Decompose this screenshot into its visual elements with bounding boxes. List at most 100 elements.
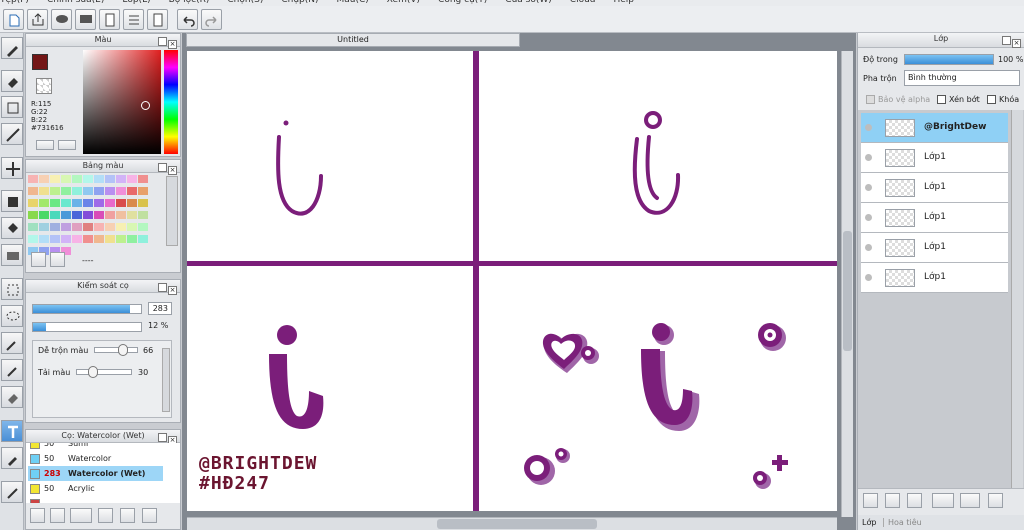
swatch[interactable] [105,175,115,183]
mix-slider[interactable] [94,344,138,356]
layer-folder-icon[interactable] [960,493,980,508]
swatch[interactable] [138,235,148,243]
rectangle-tool-icon[interactable] [1,96,23,118]
clipping-checkbox[interactable] [937,95,946,104]
swatch[interactable] [61,175,71,183]
layer-row[interactable]: @BrightDew [861,113,1008,143]
swatch[interactable] [50,223,60,231]
layer-list-scrollbar[interactable] [1011,110,1023,490]
swatch[interactable] [61,211,71,219]
swatch[interactable] [116,187,126,195]
delete-swatch-icon[interactable] [50,252,65,267]
swatch[interactable] [61,199,71,207]
brush-opacity-slider[interactable] [32,322,142,332]
swatch[interactable] [28,223,38,231]
list-icon[interactable] [123,9,144,30]
swatch[interactable] [28,187,38,195]
swatch[interactable] [72,175,82,183]
redo-icon[interactable] [201,9,222,30]
swatch[interactable] [28,235,38,243]
swatch[interactable] [39,235,49,243]
visibility-icon[interactable] [865,184,872,191]
eyedropper-tool-icon[interactable] [1,447,23,469]
fill-rect-tool-icon[interactable] [1,190,23,212]
brush-item[interactable]: 283 Watercolor (Wet) [28,466,163,481]
new-layer-1bit-icon[interactable] [907,493,922,508]
panel-close-icon[interactable]: × [1012,39,1021,48]
load-slider[interactable] [76,366,132,378]
undo-icon[interactable] [177,9,198,30]
swatch[interactable] [39,223,49,231]
saturation-value-picker[interactable] [83,50,161,154]
canvas-vertical-scrollbar[interactable] [841,51,853,517]
menu-item[interactable]: Xem(V) [387,0,420,5]
brush-item[interactable]: 50 Sumi [28,443,163,451]
swatch[interactable] [138,187,148,195]
swatch[interactable] [39,175,49,183]
swatch[interactable] [138,211,148,219]
share-icon[interactable] [27,9,48,30]
swatch[interactable] [127,211,137,219]
brush-folder-icon[interactable] [120,508,135,523]
menu-item[interactable]: Công cụ(T) [438,0,487,5]
swatch[interactable] [105,211,115,219]
swatch[interactable] [116,235,126,243]
brush-duplicate-icon[interactable] [142,508,157,523]
swatch[interactable] [39,211,49,219]
layer-duplicate-icon[interactable] [988,493,1003,508]
swatch-scrollbar[interactable] [166,176,178,246]
swatch[interactable] [105,223,115,231]
swatch[interactable] [39,199,49,207]
swatch[interactable] [72,199,82,207]
hand-tool-icon[interactable] [1,481,23,503]
brush-item[interactable]: 50 Acrylic [28,481,163,496]
tab-navigator[interactable]: Hoa tiêu [882,518,926,527]
swatch[interactable] [138,199,148,207]
brush-item[interactable] [28,496,163,503]
horizontal-scroll-thumb[interactable] [437,519,597,529]
blend-mode-select[interactable]: Bình thường [904,70,1020,86]
tab-layers[interactable]: Lớp [858,518,880,527]
lock-checkbox[interactable] [987,95,996,104]
select-tool-icon[interactable] [1,278,23,300]
swatch[interactable] [83,223,93,231]
visibility-icon[interactable] [865,124,872,131]
swatch[interactable] [28,211,38,219]
swatch[interactable] [116,175,126,183]
comment-icon[interactable] [75,9,96,30]
swatch[interactable] [72,235,82,243]
brush-new-icon[interactable] [50,508,65,523]
panel-close-icon[interactable]: × [168,286,177,295]
doc-icon[interactable] [147,9,168,30]
swatch[interactable] [83,199,93,207]
color-swap-button[interactable] [58,140,76,150]
swatch[interactable] [94,223,104,231]
eraser-tool-icon[interactable] [1,70,23,92]
swatch[interactable] [61,187,71,195]
line-tool-icon[interactable] [1,123,23,145]
layer-row[interactable]: Lớp1 [861,143,1008,173]
menu-item[interactable]: Chọn(S) [227,0,263,5]
brush-menu-icon[interactable] [70,508,92,523]
swatch[interactable] [105,199,115,207]
swatch-grid[interactable] [28,175,156,255]
canvas-horizontal-scrollbar[interactable] [187,517,837,530]
layer-row[interactable]: Lớp1 [861,263,1008,293]
swatch[interactable] [116,199,126,207]
current-color-swatch[interactable] [32,54,48,70]
new-file-icon[interactable] [3,9,24,30]
menu-item[interactable]: Lớp(L) [122,0,150,5]
panel-restore-icon[interactable] [1002,36,1011,45]
color-mode-button[interactable] [36,140,54,150]
panel-restore-icon[interactable] [158,37,167,46]
layer-row[interactable]: Lớp1 [861,173,1008,203]
protect-alpha-checkbox[interactable] [866,95,875,104]
visibility-icon[interactable] [865,214,872,221]
swatch[interactable] [116,211,126,219]
visibility-icon[interactable] [865,154,872,161]
magic-wand-tool-icon[interactable] [1,332,23,354]
swatch[interactable] [94,211,104,219]
panel-restore-icon[interactable] [158,283,167,292]
swatch[interactable] [83,235,93,243]
swatch[interactable] [28,175,38,183]
